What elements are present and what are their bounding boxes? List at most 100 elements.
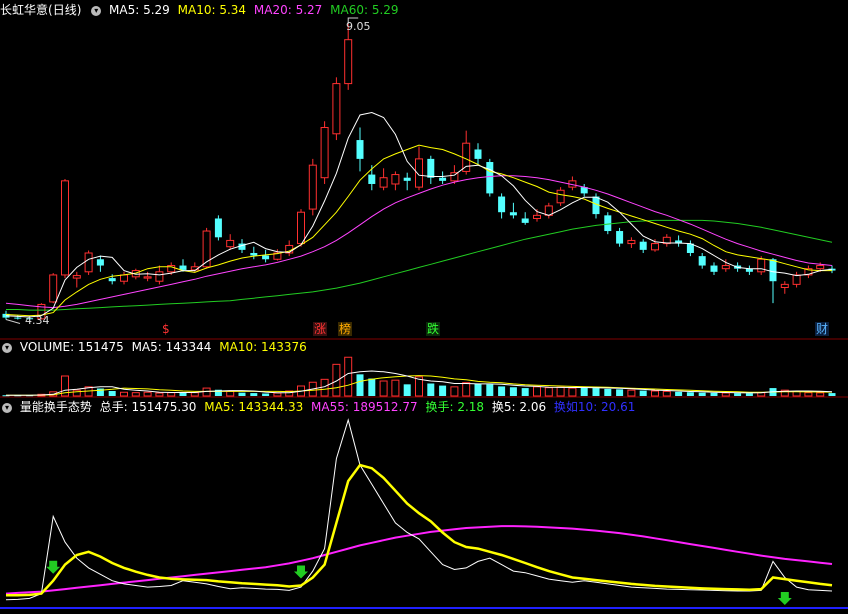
candle-body [344,39,353,85]
volume-bar [439,385,447,396]
candle-body [379,177,388,188]
candle-body [391,174,400,185]
volume-bar [379,380,388,397]
candle-body [120,274,128,282]
candle-body [651,243,659,251]
volume-bar [391,379,400,397]
volume-bar [734,393,742,396]
volume-bar [427,383,435,396]
indicator-ma5-line [6,463,833,597]
volume-bar [462,382,471,397]
indicator-total: 总手: 151475.30 [99,400,197,414]
candle-body [262,255,270,260]
ma60-label: MA60: 5.29 [330,3,399,17]
volume-bar [745,393,753,396]
candle-body [509,212,517,216]
volume-bar [592,388,600,396]
candle-body [14,317,22,319]
candle-body [757,258,766,273]
indicator-ma55-line [5,525,833,595]
indicator-turnover5: 换5: 2.06 [491,400,547,414]
volume-bar [686,392,694,396]
candle-body [498,196,506,213]
volume-bar [108,391,116,396]
ma5-label: MA5: 5.29 [109,3,170,17]
event-marker-financial[interactable]: 财 [815,322,830,336]
candle-body [368,174,376,184]
volume-pane [2,356,836,397]
period-label: (日线) [48,3,82,17]
volume-bar [155,392,164,397]
chart-canvas [0,17,848,609]
volume-bar [580,387,588,396]
volume-settings-icon[interactable]: ▾ [2,342,12,353]
candle-body [710,265,718,272]
event-marker-limit-down[interactable]: 跌 [426,322,441,336]
event-marker-dividend[interactable]: $ [161,322,171,336]
low-price-label: 4.34 [25,314,50,327]
indicator-settings-icon[interactable]: ▾ [2,402,12,413]
volume-bar [627,389,636,397]
candle-body [533,214,541,219]
volume-bar [344,356,353,397]
volume-bar [226,390,235,397]
volume-bar [250,393,258,396]
candle-body [427,158,435,178]
volume-bar [72,389,81,397]
candle-body [72,275,81,279]
candle-body [320,127,329,179]
volume-bar [662,390,671,397]
candle-body [486,162,494,194]
candle-body [226,239,235,248]
volume-bar [533,386,541,397]
candle-body [108,278,116,282]
stock-title: 长虹华意 [0,3,49,17]
volume-bar [675,391,683,396]
volume-bar [828,393,836,396]
indicator-ma55: MA55: 189512.77 [311,400,418,414]
candle-body [816,265,825,270]
volume-header: ▾ VOLUME: 151475 MA5: 143344 MA10: 14337… [0,338,311,356]
indicator-header: ▾ 量能换手态势 总手: 151475.30 MA5: 143344.33 MA… [0,398,639,416]
candle-body [49,274,58,303]
high-price-label: 9.05 [346,20,371,33]
volume-bar [403,384,411,396]
indicator-ma5: MA5: 143344.33 [204,400,304,414]
signal-arrow [46,560,61,574]
volume-bar [604,388,612,396]
low-pointer [5,319,21,324]
event-marker-rank-list[interactable]: 榜 [338,322,353,336]
volume-bar [651,390,659,397]
candle-body [439,177,447,181]
volume-bar [816,392,825,397]
candle-body [297,211,305,245]
volume-bar [167,392,176,397]
settings-icon[interactable]: ▾ [91,5,102,16]
volume-ma5-label: MA5: 143344 [131,340,212,354]
candle-body [61,180,69,276]
candle-body [462,142,471,172]
signal-arrow [777,592,792,605]
volume-bar [639,390,647,396]
price-pane [2,17,836,324]
volume-bar [509,387,517,396]
volume-bar [332,363,341,397]
candle-body [556,189,565,204]
volume-bar [486,384,494,396]
indicator-title: 量能换手态势 [19,400,92,414]
candle-body [769,259,777,282]
volume-bar [698,392,706,396]
indicator-volume-line [5,418,833,601]
volume-bar [498,386,506,396]
ma20-label: MA20: 5.27 [253,3,323,17]
candle-body [96,259,104,266]
candle-body [308,164,317,210]
volume-bar [262,393,270,396]
event-marker-limit-up[interactable]: 涨 [313,322,328,336]
candle-body [627,239,636,245]
volume-bar [356,374,364,396]
volume-title: VOLUME: 151475 [19,340,124,354]
volume-bar [143,391,152,397]
volume-bar [804,392,813,397]
candle-body [332,83,341,135]
